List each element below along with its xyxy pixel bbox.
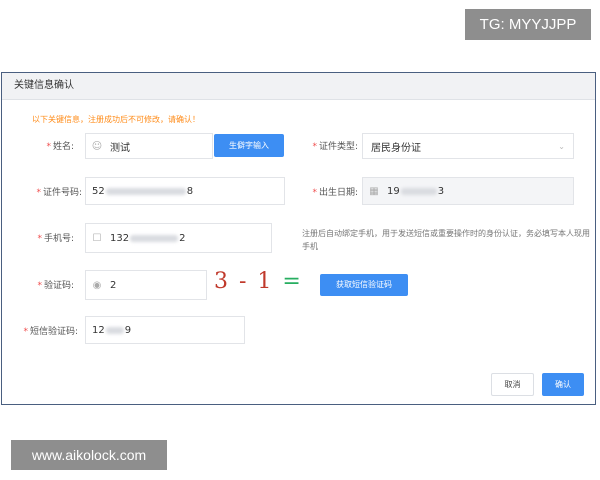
phone-helper-text: 注册后自动绑定手机，用于发送短信或重要操作时的身份认证，务必填写本人现用手机	[302, 229, 590, 251]
birth-date-label: * 出生日期:	[312, 188, 358, 198]
get-sms-code-button[interactable]: 获取短信验证码	[320, 274, 408, 296]
calendar-icon: ▦	[369, 185, 379, 197]
sms-code-label: * 短信验证码:	[23, 327, 78, 337]
phone-icon: ☐	[92, 232, 102, 244]
birth-date-field: ▦ 19 3	[362, 177, 574, 205]
shield-icon: ◉	[92, 279, 102, 291]
captcha-label: * 验证码:	[37, 281, 74, 291]
confirm-button[interactable]: 确认	[542, 373, 584, 396]
id-type-label: * 证件类型:	[312, 142, 358, 152]
id-number-field[interactable]: 52 8	[85, 177, 285, 205]
sms-code-field[interactable]: 12 9	[85, 316, 245, 344]
name-label: * 姓名:	[46, 142, 74, 152]
rare-char-input-button[interactable]: 生僻字输入	[214, 134, 284, 157]
id-type-select[interactable]: 居民身份证 ⌄	[362, 133, 574, 159]
notice-text: 以下关键信息，注册成功后不可修改，请确认！	[32, 115, 200, 124]
id-number-label: * 证件号码:	[36, 188, 82, 198]
captcha-image[interactable]: 3 - 1 =	[214, 269, 314, 299]
captcha-field[interactable]: ◉ 2	[85, 270, 207, 300]
watermark-site: www.aikolock.com	[11, 440, 167, 470]
user-icon: ☺	[91, 140, 103, 152]
phone-field[interactable]: ☐ 132 2	[85, 223, 272, 253]
watermark-tg: TG: MYYJJPP	[465, 9, 591, 40]
phone-label: * 手机号:	[37, 234, 74, 244]
key-info-dialog: 关键信息确认 以下关键信息，注册成功后不可修改，请确认！ * 姓名: ☺ 测试 生…	[1, 72, 596, 405]
chevron-down-icon: ⌄	[558, 141, 565, 151]
dialog-title: 关键信息确认	[2, 73, 595, 100]
name-field[interactable]: ☺ 测试	[85, 133, 213, 159]
cancel-button[interactable]: 取消	[491, 373, 534, 396]
